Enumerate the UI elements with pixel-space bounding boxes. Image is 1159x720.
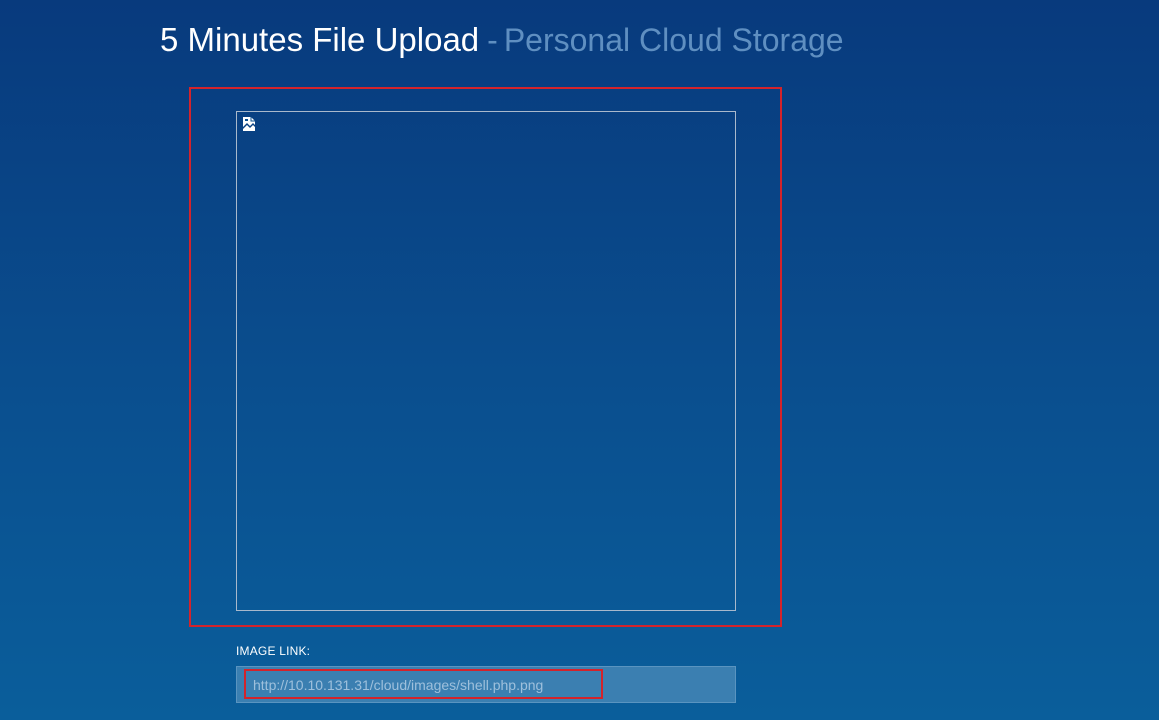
link-highlight-box [244,669,603,699]
page-header: 5 Minutes File Upload - Personal Cloud Sto… [160,18,844,69]
image-link-label: IMAGE LINK: [236,644,311,658]
page-title: 5 Minutes File Upload [160,21,480,58]
uploaded-image-preview [236,111,736,611]
page-subtitle: Personal Cloud Storage [503,22,844,58]
title-separator: - [487,22,498,58]
broken-image-icon [242,116,256,132]
